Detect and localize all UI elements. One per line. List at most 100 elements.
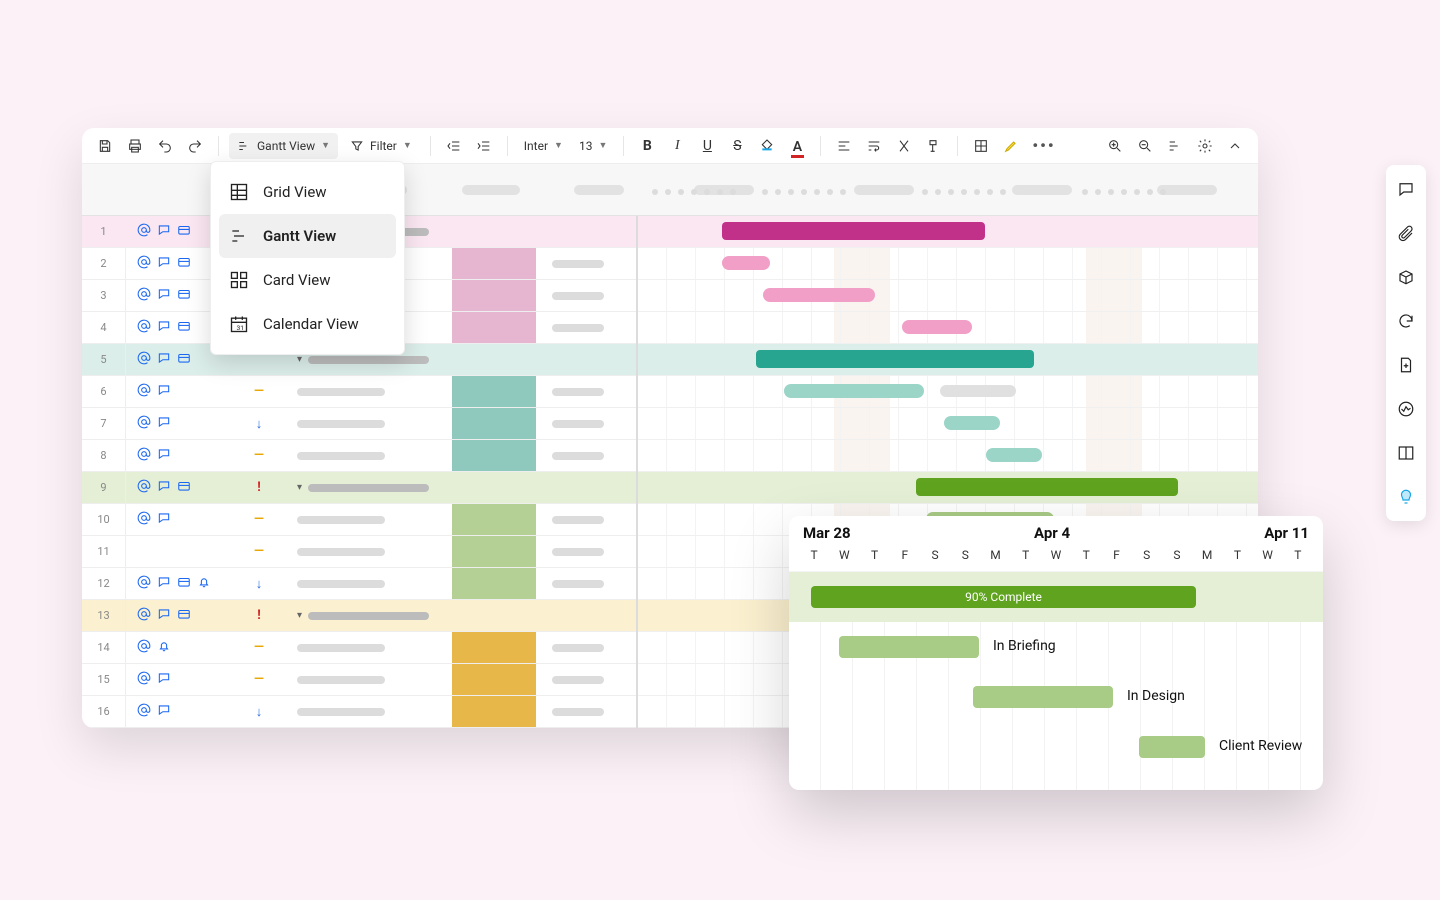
zoom-bar[interactable] (973, 686, 1113, 708)
activity-button[interactable] (1392, 395, 1420, 423)
zoom-bar[interactable]: 90% Complete (811, 586, 1196, 608)
file-button[interactable] (1392, 351, 1420, 379)
at-icon[interactable] (137, 511, 151, 528)
table-row[interactable]: 7↓ (82, 408, 636, 440)
outdent-button[interactable] (441, 133, 467, 159)
gantt-bar[interactable] (916, 478, 1178, 496)
chat-icon[interactable] (157, 575, 171, 592)
zoom-in-button[interactable] (1102, 133, 1128, 159)
table-row[interactable]: 9!▾ (82, 472, 636, 504)
fill-color-button[interactable] (754, 133, 780, 159)
collapse-button[interactable] (1222, 133, 1248, 159)
view-menu-calendar[interactable]: 31 Calendar View (219, 302, 396, 346)
view-picker[interactable]: Gantt View ▼ (229, 133, 338, 159)
table-row[interactable]: 8— (82, 440, 636, 472)
card-icon[interactable] (177, 223, 191, 240)
task-cell[interactable] (297, 632, 447, 663)
at-icon[interactable] (137, 383, 151, 400)
settings-button[interactable] (1192, 133, 1218, 159)
font-size-select[interactable]: 13▼ (573, 133, 613, 159)
gantt-bar[interactable] (944, 416, 1000, 430)
zoom-out-button[interactable] (1132, 133, 1158, 159)
gantt-icon[interactable] (1162, 133, 1188, 159)
at-icon[interactable] (137, 671, 151, 688)
view-menu-card[interactable]: Card View (219, 258, 396, 302)
save-button[interactable] (92, 133, 118, 159)
gantt-bar[interactable] (722, 222, 985, 240)
chat-icon[interactable] (157, 511, 171, 528)
wrap-button[interactable] (861, 133, 887, 159)
gantt-bar[interactable] (902, 320, 972, 334)
task-cell[interactable] (297, 376, 447, 407)
font-family-select[interactable]: Inter▼ (518, 133, 569, 159)
at-icon[interactable] (137, 607, 151, 624)
gantt-row[interactable] (638, 408, 1258, 440)
bell2-icon[interactable] (157, 639, 171, 656)
chat-icon[interactable] (157, 447, 171, 464)
chat-icon[interactable] (157, 351, 171, 368)
chat-icon[interactable] (157, 607, 171, 624)
gantt-row[interactable] (638, 280, 1258, 312)
attachment-button[interactable] (1392, 219, 1420, 247)
chat-icon[interactable] (157, 703, 171, 720)
split-button[interactable] (1392, 439, 1420, 467)
chat-icon[interactable] (157, 255, 171, 272)
gantt-bar[interactable] (756, 350, 1034, 368)
gantt-bar[interactable] (763, 288, 875, 302)
task-cell[interactable]: ▾ (297, 600, 447, 631)
chat-icon[interactable] (157, 319, 171, 336)
at-icon[interactable] (137, 703, 151, 720)
bell-icon[interactable] (197, 575, 211, 592)
chat-icon[interactable] (157, 479, 171, 496)
chat-icon[interactable] (157, 287, 171, 304)
at-icon[interactable] (137, 287, 151, 304)
gantt-label-placeholder[interactable] (940, 385, 1016, 397)
view-menu-gantt[interactable]: Gantt View (219, 214, 396, 258)
view-menu-grid[interactable]: Grid View (219, 170, 396, 214)
currency-button[interactable] (891, 133, 917, 159)
print-button[interactable] (122, 133, 148, 159)
table-row[interactable]: 6— (82, 376, 636, 408)
card-icon[interactable] (177, 255, 191, 272)
card-icon[interactable] (177, 575, 191, 592)
gantt-row[interactable] (638, 312, 1258, 344)
indent-button[interactable] (471, 133, 497, 159)
at-icon[interactable] (137, 415, 151, 432)
align-button[interactable] (831, 133, 857, 159)
strike-button[interactable]: S (724, 133, 750, 159)
gantt-row[interactable] (638, 376, 1258, 408)
task-cell[interactable]: ▾ (297, 472, 447, 503)
table-row[interactable]: 11— (82, 536, 636, 568)
gantt-row[interactable] (638, 216, 1258, 248)
at-icon[interactable] (137, 319, 151, 336)
at-icon[interactable] (137, 255, 151, 272)
gantt-bar[interactable] (986, 448, 1042, 462)
box-button[interactable] (1392, 263, 1420, 291)
table-row[interactable]: 15— (82, 664, 636, 696)
card-icon[interactable] (177, 319, 191, 336)
undo-button[interactable] (152, 133, 178, 159)
card-icon[interactable] (177, 287, 191, 304)
chat-icon[interactable] (157, 383, 171, 400)
more-button[interactable]: ••• (1028, 133, 1059, 159)
task-cell[interactable] (297, 536, 447, 567)
gantt-bar[interactable] (722, 256, 770, 270)
tips-button[interactable] (1392, 483, 1420, 511)
task-cell[interactable] (297, 664, 447, 695)
comments-button[interactable] (1392, 175, 1420, 203)
at-icon[interactable] (137, 351, 151, 368)
filter-button[interactable]: Filter ▼ (342, 133, 420, 159)
at-icon[interactable] (137, 223, 151, 240)
table-row[interactable]: 10— (82, 504, 636, 536)
task-cell[interactable] (297, 440, 447, 471)
card-icon[interactable] (177, 479, 191, 496)
zoom-bar[interactable] (839, 636, 979, 658)
grid-toggle-button[interactable] (968, 133, 994, 159)
bold-button[interactable]: B (634, 133, 660, 159)
gantt-bar[interactable] (784, 384, 924, 398)
refresh-button[interactable] (1392, 307, 1420, 335)
chat-icon[interactable] (157, 415, 171, 432)
table-row[interactable]: 14— (82, 632, 636, 664)
zoom-bar[interactable] (1139, 736, 1205, 758)
at-icon[interactable] (137, 479, 151, 496)
